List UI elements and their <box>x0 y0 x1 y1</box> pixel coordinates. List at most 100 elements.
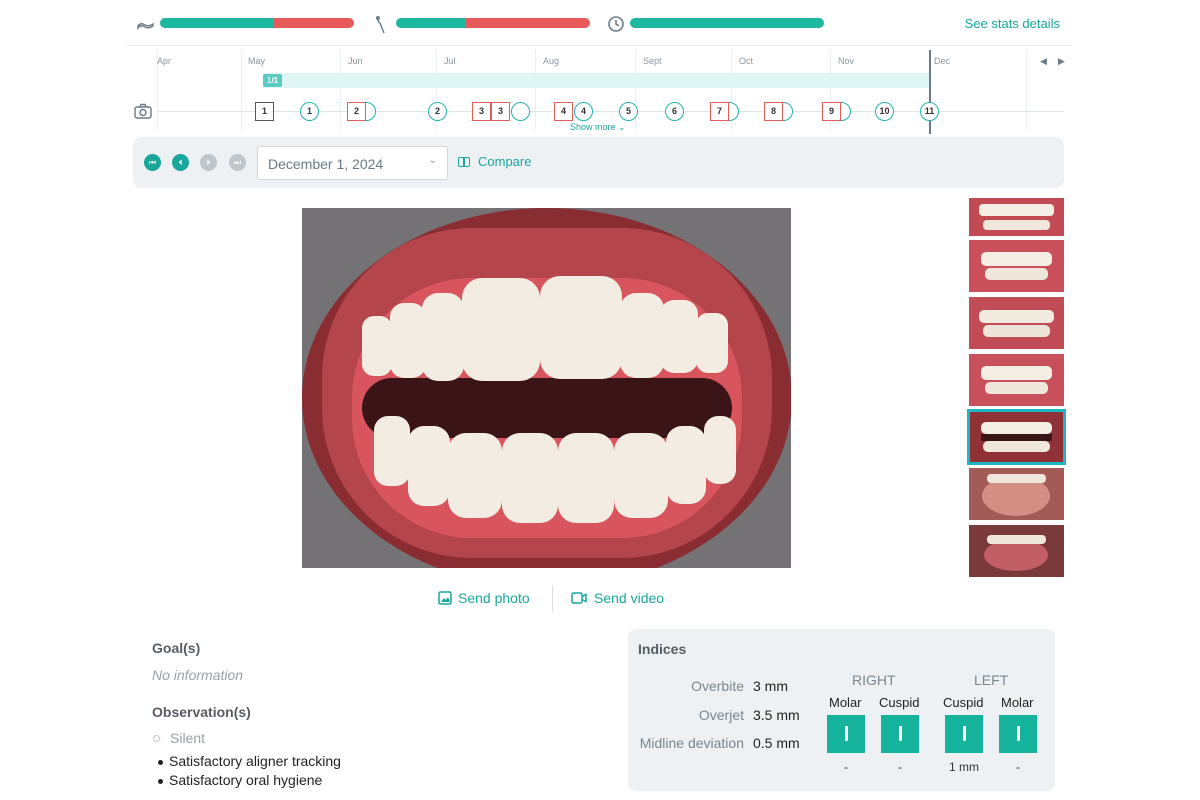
show-more-label: Show more <box>570 122 616 132</box>
thumbnail-image <box>969 411 1064 463</box>
left-cuspid-value: 1 mm <box>949 760 979 774</box>
chevron-down-icon: ⌄ <box>618 122 626 132</box>
month-label: Jun <box>348 56 363 66</box>
compare-button[interactable]: Compare <box>458 154 531 169</box>
photo-marker[interactable]: 4 <box>574 102 593 121</box>
bar-bad-segment <box>465 18 590 28</box>
thumbnail-image <box>969 468 1064 520</box>
hygiene-bar <box>396 18 590 28</box>
thumbnail-image <box>969 297 1064 349</box>
show-more-link[interactable]: Show more ⌄ <box>570 122 626 133</box>
month-tick <box>340 50 341 130</box>
stats-row: See stats details <box>126 0 1072 46</box>
right-molar-label: Molar <box>829 695 862 710</box>
video-icon <box>571 591 587 607</box>
skip-last-button[interactable]: ⏭ <box>229 154 246 171</box>
observation-item: Satisfactory oral hygiene <box>157 772 323 788</box>
status-dot <box>153 735 160 742</box>
photo-thumbnail[interactable] <box>969 198 1064 236</box>
teeth-photo-image <box>302 208 791 568</box>
timeline-next-button[interactable]: ▶ <box>1058 56 1065 67</box>
photo-marker[interactable]: 10 <box>875 102 894 121</box>
aligner-icon <box>136 14 156 34</box>
thumbnail-image <box>969 198 1064 236</box>
photo-marker[interactable]: 2 <box>428 102 447 121</box>
bar-good-segment <box>396 18 466 28</box>
bar-good-segment <box>160 18 273 28</box>
midline-deviation-label: Midline deviation <box>639 735 744 751</box>
bar-bad-segment <box>272 18 354 28</box>
right-molar-value: - <box>844 760 848 774</box>
timeline-prev-button[interactable]: ◀ <box>1040 56 1047 67</box>
previous-button[interactable]: ⏴ <box>172 154 189 171</box>
month-tick <box>535 50 536 130</box>
visit-marker[interactable]: 2 <box>347 102 366 121</box>
compare-label: Compare <box>478 154 532 169</box>
see-stats-details-link[interactable]: See stats details <box>965 16 1060 31</box>
month-tick <box>241 50 242 130</box>
compare-icon <box>458 157 470 167</box>
next-button[interactable]: ⏵ <box>200 154 217 171</box>
photo-thumbnail[interactable] <box>969 525 1064 577</box>
chevron-down-icon: ⌄ <box>428 155 437 166</box>
playback-controls: ⏮ ⏴ ⏵ ⏭ December 1, 2024 ⌄ Compare <box>133 137 1064 188</box>
photo-thumbnail[interactable] <box>969 468 1064 520</box>
goals-title: Goal(s) <box>152 640 201 656</box>
clock-icon <box>606 14 626 34</box>
visit-marker[interactable]: 4 <box>554 102 573 121</box>
photo-marker-current[interactable]: 11 <box>920 102 939 121</box>
visit-marker[interactable]: 7 <box>710 102 729 121</box>
indices-title: Indices <box>638 641 687 657</box>
main-photo[interactable] <box>302 208 791 568</box>
aligner-wear-bar <box>160 18 354 28</box>
date-select[interactable]: December 1, 2024 ⌄ <box>257 146 448 180</box>
date-select-value: December 1, 2024 <box>268 156 384 172</box>
visit-marker[interactable]: 9 <box>822 102 841 121</box>
bar-good-segment <box>630 18 824 28</box>
step-back-icon: ⏴ <box>178 158 183 167</box>
right-side-title: RIGHT <box>852 672 896 688</box>
observation-status: Silent <box>153 730 205 746</box>
send-divider <box>552 586 553 612</box>
month-label: Jul <box>444 56 456 66</box>
overjet-value: 3.5 mm <box>753 707 800 723</box>
right-cuspid-label: Cuspid <box>879 695 920 710</box>
month-label: May <box>248 56 266 66</box>
left-molar-label: Molar <box>1001 695 1034 710</box>
photo-marker[interactable] <box>511 102 530 121</box>
visit-marker[interactable]: 3 <box>491 102 510 121</box>
camera-icon <box>134 103 152 124</box>
image-icon <box>438 591 452 608</box>
left-cuspid-label: Cuspid <box>943 695 984 710</box>
time-bar <box>630 18 824 28</box>
month-tick <box>1026 50 1027 130</box>
photo-marker[interactable]: 1 <box>300 102 319 121</box>
skip-forward-icon: ⏭ <box>233 158 242 167</box>
send-photo-button[interactable]: Send photo <box>438 590 530 608</box>
brush-icon <box>372 14 392 34</box>
send-video-button[interactable]: Send video <box>571 590 664 607</box>
skip-first-button[interactable]: ⏮ <box>144 154 161 171</box>
observations-title: Observation(s) <box>152 704 251 720</box>
photo-thumbnail[interactable] <box>969 240 1064 292</box>
send-photo-label: Send photo <box>458 590 530 606</box>
send-video-label: Send video <box>594 590 665 606</box>
photo-marker[interactable]: 5 <box>619 102 638 121</box>
timeline: Apr May Jun Jul Aug Sept Oct Nov Dec ◀ ▶… <box>126 46 1072 136</box>
overjet-label: Overjet <box>698 707 744 723</box>
thumbnail-image <box>969 525 1064 577</box>
current-date-line <box>929 50 931 134</box>
photo-thumbnail[interactable] <box>969 297 1064 349</box>
visit-marker[interactable]: 3 <box>472 102 491 121</box>
photo-thumbnail-selected[interactable] <box>967 409 1066 465</box>
treatment-range-bar <box>263 73 931 88</box>
month-label: Nov <box>838 56 855 66</box>
visit-marker[interactable]: 1 <box>255 102 274 121</box>
skip-back-icon: ⏮ <box>148 158 157 167</box>
range-tag[interactable]: 1/1 <box>263 74 283 87</box>
midline-deviation-value: 0.5 mm <box>753 735 800 751</box>
overbite-value: 3 mm <box>753 678 788 694</box>
visit-marker[interactable]: 8 <box>764 102 783 121</box>
photo-marker[interactable]: 6 <box>665 102 684 121</box>
photo-thumbnail[interactable] <box>969 354 1064 406</box>
